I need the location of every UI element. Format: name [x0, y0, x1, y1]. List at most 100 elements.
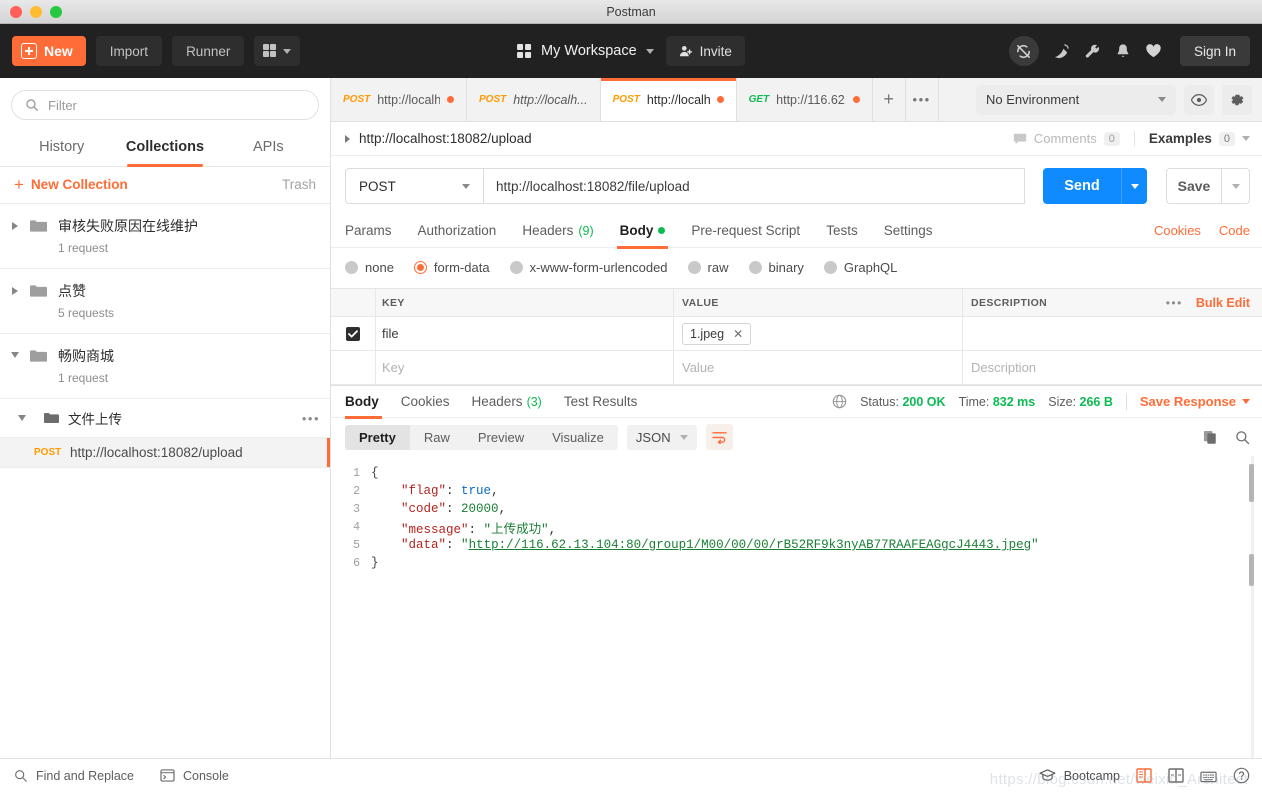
response-tab-headers[interactable]: Headers (3) [461, 386, 553, 418]
view-mode-raw[interactable]: Raw [410, 425, 464, 450]
view-mode-pretty[interactable]: Pretty [345, 424, 410, 450]
app-toolbar: New Import Runner My Workspace Invite Si… [0, 24, 1262, 78]
copy-icon[interactable] [1203, 430, 1218, 445]
request-name-actions: Comments 0 Examples 0 [1013, 131, 1250, 146]
new-button[interactable]: New [12, 36, 86, 66]
body-type-graphql[interactable]: GraphQL [823, 260, 897, 275]
body-type-raw[interactable]: raw [687, 260, 729, 275]
tab-headers[interactable]: Headers (9) [509, 214, 606, 248]
folder-more-button[interactable]: ••• [302, 411, 320, 426]
workspace-selector[interactable]: My Workspace [517, 43, 654, 59]
sign-in-button[interactable]: Sign In [1179, 36, 1250, 66]
placeholder-key-input[interactable]: Key [376, 360, 673, 375]
collection-request-count: 1 request [58, 241, 109, 255]
placeholder-description-input[interactable]: Description [963, 360, 1262, 375]
chevron-right-icon[interactable] [345, 134, 350, 143]
console-button[interactable]: Console [160, 769, 229, 783]
body-type-x-www-form-urlencoded[interactable]: x-www-form-urlencoded [509, 260, 668, 275]
save-response-button[interactable]: Save Response [1140, 394, 1250, 409]
url-input[interactable]: http://localhost:18082/file/upload [484, 168, 1025, 204]
tab-settings[interactable]: Settings [871, 214, 946, 248]
request-tab-active[interactable]: POST http://localh... [600, 78, 737, 121]
heart-icon[interactable] [1145, 43, 1162, 59]
environment-selector[interactable]: No Environment [976, 84, 1176, 115]
send-button[interactable]: Send [1043, 168, 1121, 204]
request-tab[interactable]: GET http://116.62.... [736, 78, 873, 121]
body-type-binary[interactable]: binary [748, 260, 804, 275]
split-layout-icon[interactable] [1168, 768, 1184, 783]
search-icon[interactable] [1235, 430, 1250, 445]
examples-button[interactable]: Examples 0 [1135, 131, 1250, 146]
body-type-none[interactable]: none [345, 260, 394, 275]
request-tab[interactable]: POST http://localh... [331, 78, 467, 121]
code-link[interactable]: Code [1219, 223, 1250, 238]
cookies-link[interactable]: Cookies [1154, 223, 1201, 238]
row-value-cell[interactable]: 1.jpeg ✕ [674, 322, 962, 345]
bell-icon[interactable] [1115, 43, 1131, 60]
environment-quick-look-button[interactable] [1184, 84, 1214, 115]
view-mode-visualize[interactable]: Visualize [538, 425, 618, 450]
response-scrollbar-thumb-secondary[interactable] [1249, 554, 1254, 586]
file-chip[interactable]: 1.jpeg ✕ [682, 322, 752, 345]
word-wrap-toggle[interactable] [705, 424, 733, 450]
collection-item[interactable]: 点赞 5 requests [0, 269, 330, 334]
find-and-replace-button[interactable]: Find and Replace [14, 769, 134, 783]
bootcamp-button[interactable]: Bootcamp [1039, 769, 1120, 783]
two-pane-layout-icon[interactable] [1136, 768, 1152, 783]
response-tab-body[interactable]: Body [345, 386, 390, 419]
sidebar-request-item[interactable]: POST http://localhost:18082/upload [0, 438, 330, 468]
response-scrollbar-thumb[interactable] [1249, 464, 1254, 502]
help-icon[interactable] [1233, 767, 1250, 784]
expand-toggle[interactable] [0, 347, 30, 358]
tab-params[interactable]: Params [345, 214, 405, 248]
tab-authorization[interactable]: Authorization [405, 214, 510, 248]
row-key-input[interactable]: file [376, 326, 673, 341]
expand-toggle[interactable] [0, 415, 44, 421]
import-button[interactable]: Import [95, 36, 163, 66]
response-format-selector[interactable]: JSON [626, 424, 697, 450]
invite-button[interactable]: Invite [665, 36, 745, 66]
satellite-icon[interactable] [1053, 43, 1070, 60]
remove-file-icon[interactable]: ✕ [733, 327, 743, 341]
expand-toggle[interactable] [0, 282, 30, 295]
save-options-button[interactable] [1222, 168, 1250, 204]
new-tab-button[interactable]: + [873, 78, 906, 121]
keyboard-shortcuts-icon[interactable] [1200, 769, 1217, 783]
tab-body[interactable]: Body [607, 214, 679, 249]
sidebar-tab-apis[interactable]: APIs [217, 130, 320, 166]
collection-item[interactable]: 审核失败原因在线维护 1 request [0, 204, 330, 269]
method-selector[interactable]: POST [345, 168, 484, 204]
request-tab[interactable]: POST http://localh... [467, 78, 601, 121]
settings-button[interactable] [1222, 84, 1252, 115]
sub-folder-item[interactable]: 文件上传 ••• [0, 399, 330, 438]
comments-button[interactable]: Comments 0 [1013, 131, 1135, 146]
sidebar-tab-collections[interactable]: Collections [113, 130, 216, 167]
placeholder-value-input[interactable]: Value [674, 360, 962, 375]
table-more-button[interactable]: ••• [1166, 296, 1183, 310]
sidebar-tab-history[interactable]: History [10, 130, 113, 166]
bulk-edit-button[interactable]: Bulk Edit [1196, 296, 1250, 310]
response-tab-cookies[interactable]: Cookies [390, 386, 461, 418]
collection-item[interactable]: 畅购商城 1 request [0, 334, 330, 399]
tab-more-button[interactable]: ••• [906, 78, 939, 121]
save-button[interactable]: Save [1166, 168, 1222, 204]
sync-off-icon[interactable] [1008, 36, 1039, 66]
response-body-code[interactable]: 1 { 2 "flag": true, 3 "code": 20000, 4 "… [331, 456, 1262, 758]
new-window-button[interactable] [254, 36, 301, 66]
search-input[interactable]: Filter [11, 90, 319, 120]
table-placeholder-row[interactable]: Key Value Description [331, 351, 1262, 385]
tab-pre-request-script[interactable]: Pre-request Script [678, 214, 813, 248]
send-options-button[interactable] [1121, 168, 1147, 204]
json-value-data-link[interactable]: http://116.62.13.104:80/group1/M00/00/00… [469, 538, 1032, 552]
row-checkbox[interactable] [346, 326, 360, 341]
runner-button[interactable]: Runner [172, 36, 245, 66]
response-tab-test-results[interactable]: Test Results [553, 386, 649, 418]
table-row[interactable]: file 1.jpeg ✕ [331, 317, 1262, 351]
wrench-icon[interactable] [1084, 43, 1101, 60]
tab-tests[interactable]: Tests [813, 214, 871, 248]
body-type-form-data[interactable]: form-data [413, 260, 490, 275]
new-collection-button[interactable]: + New Collection [14, 176, 128, 193]
trash-button[interactable]: Trash [282, 177, 316, 192]
view-mode-preview[interactable]: Preview [464, 425, 538, 450]
expand-toggle[interactable] [0, 217, 30, 230]
